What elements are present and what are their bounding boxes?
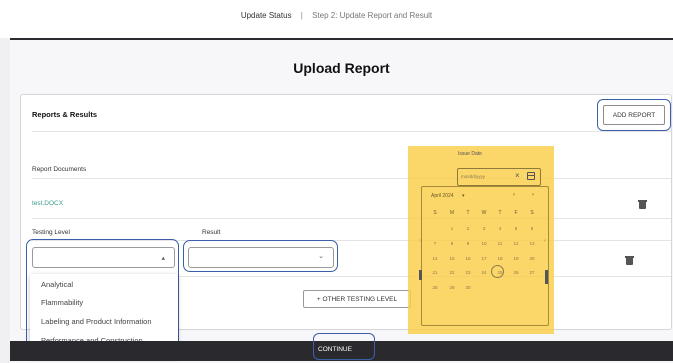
- other-testing-level-button[interactable]: + OTHER TESTING LEVEL: [303, 290, 411, 308]
- calendar-day[interactable]: 30: [463, 285, 473, 290]
- calendar-icon[interactable]: [527, 172, 535, 180]
- prev-month-icon[interactable]: ‹: [513, 192, 515, 198]
- calendar-day[interactable]: 18: [495, 256, 505, 261]
- calendar-day[interactable]: 9: [463, 241, 473, 246]
- calendar-day[interactable]: 21: [430, 270, 440, 275]
- issue-date-label: Issue Date: [458, 151, 482, 157]
- calendar-day[interactable]: 23: [463, 270, 473, 275]
- clear-icon[interactable]: ×: [515, 171, 520, 180]
- calendar-day[interactable]: 14: [430, 256, 440, 261]
- calendar-day[interactable]: 4: [495, 226, 505, 231]
- popup-edge: [419, 270, 422, 280]
- weekday-label: T: [466, 210, 470, 216]
- today-marker: [491, 265, 504, 278]
- calendar-day[interactable]: 1: [447, 226, 457, 231]
- card-title: Reports & Results: [32, 110, 98, 119]
- calendar-day[interactable]: 20: [527, 256, 537, 261]
- chevron-icon: ‹: [544, 238, 546, 244]
- option-analytical[interactable]: Analytical: [41, 280, 73, 289]
- calendar-day[interactable]: 27: [527, 270, 537, 275]
- issue-date-placeholder: mm/dd/yyyy: [461, 174, 486, 179]
- calendar-day[interactable]: 6: [527, 226, 537, 231]
- popup-edge: [545, 270, 548, 284]
- calendar-day[interactable]: 28: [430, 285, 440, 290]
- divider: [32, 218, 671, 219]
- breadcrumb-step-2: Step 2: Update Report and Result: [312, 11, 433, 20]
- weekday-label: M: [449, 210, 455, 216]
- calendar-day[interactable]: 13: [527, 241, 537, 246]
- delete-level-trash-icon[interactable]: [625, 256, 634, 265]
- calendar-day[interactable]: 24: [479, 270, 489, 275]
- calendar-month[interactable]: April 2024: [431, 193, 454, 199]
- calendar-day[interactable]: 7: [430, 241, 440, 246]
- report-documents-label: Report Documents: [32, 166, 87, 173]
- breadcrumb: Update Status | Step 2: Update Report an…: [0, 11, 673, 20]
- calendar-day[interactable]: 2: [463, 226, 473, 231]
- result-highlight: [183, 240, 338, 272]
- report-file-link[interactable]: test.DOCX: [32, 200, 63, 207]
- continue-highlight: [313, 333, 375, 360]
- calendar-day[interactable]: 10: [479, 241, 489, 246]
- calendar-day[interactable]: 16: [463, 256, 473, 261]
- testing-level-label: Testing Level: [32, 229, 70, 236]
- divider: [32, 178, 671, 179]
- weekday-label: W: [481, 210, 487, 216]
- divider: [32, 131, 671, 132]
- delete-file-trash-icon[interactable]: [638, 200, 647, 209]
- calendar-day[interactable]: 12: [511, 241, 521, 246]
- page-title: Upload Report: [293, 60, 390, 76]
- breadcrumb-update-status[interactable]: Update Status: [241, 11, 292, 20]
- calendar-day[interactable]: 15: [447, 256, 457, 261]
- weekday-label: S: [530, 210, 534, 216]
- chevron-icon: ›: [420, 238, 422, 244]
- top-bar: Update Status | Step 2: Update Report an…: [0, 0, 673, 38]
- weekday-label: T: [498, 210, 502, 216]
- result-label: Result: [202, 229, 221, 236]
- add-report-button[interactable]: ADD REPORT: [603, 105, 665, 125]
- option-labeling[interactable]: Labeling and Product Information: [41, 317, 152, 326]
- calendar-day[interactable]: 22: [447, 270, 457, 275]
- calendar-day[interactable]: 11: [495, 241, 505, 246]
- calendar-day[interactable]: 19: [511, 256, 521, 261]
- calendar-day[interactable]: 17: [479, 256, 489, 261]
- calendar-day[interactable]: 8: [447, 241, 457, 246]
- calendar-day[interactable]: 3: [479, 226, 489, 231]
- weekday-label: S: [433, 210, 437, 216]
- calendar-day[interactable]: 26: [511, 270, 521, 275]
- weekday-label: F: [514, 210, 518, 216]
- calendar-day[interactable]: 29: [447, 285, 457, 290]
- breadcrumb-separator: |: [300, 11, 303, 20]
- calendar-day[interactable]: 5: [511, 226, 521, 231]
- month-caret-icon[interactable]: ▾: [462, 193, 465, 199]
- option-flammability[interactable]: Flammability: [41, 298, 83, 307]
- next-month-icon[interactable]: ›: [532, 192, 534, 198]
